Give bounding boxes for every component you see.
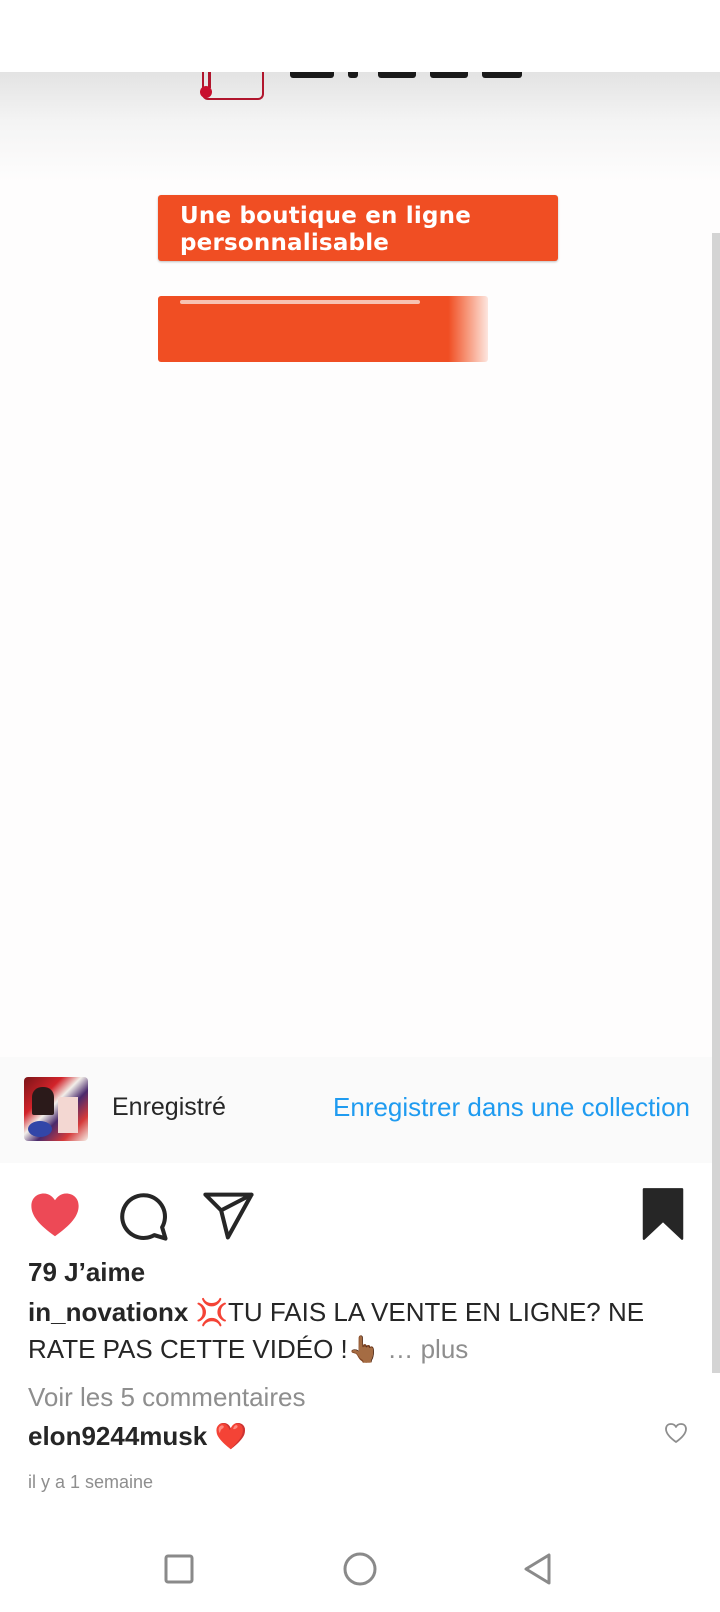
media-top-shade bbox=[0, 72, 720, 182]
banner-secondary bbox=[158, 296, 488, 362]
brand-logo-dot bbox=[200, 86, 212, 98]
system-nav-bar bbox=[0, 1530, 720, 1612]
bookmark-filled-icon bbox=[642, 1188, 684, 1240]
post-timestamp: il y a 1 semaine bbox=[28, 1472, 154, 1492]
view-comments-link[interactable]: Voir les 5 commentaires bbox=[28, 1382, 305, 1413]
square-icon bbox=[164, 1554, 194, 1584]
recents-button[interactable] bbox=[160, 1550, 198, 1588]
comment-heart-emoji: ❤️ bbox=[214, 1421, 247, 1451]
likes-count[interactable]: 79 J’aime bbox=[28, 1257, 145, 1288]
save-button[interactable] bbox=[640, 1187, 686, 1241]
home-button[interactable] bbox=[341, 1550, 379, 1588]
banner-online-shop: Une boutique en ligne personnalisable bbox=[158, 195, 558, 261]
post-media[interactable]: Une boutique en ligne personnalisable bbox=[0, 72, 720, 1057]
brand-logo-frame bbox=[202, 72, 264, 100]
heart-filled-icon bbox=[31, 1193, 79, 1237]
save-to-collection-link[interactable]: Enregistrer dans une collection bbox=[333, 1092, 690, 1123]
heart-outline-icon bbox=[665, 1423, 687, 1443]
comment-username[interactable]: elon9244musk bbox=[28, 1421, 207, 1451]
pointing-emoji: 👆🏾 bbox=[347, 1334, 381, 1364]
caption-text-1: TU FAIS LA VENTE EN LIGNE? NE bbox=[227, 1297, 645, 1327]
brand-logo-wordmark bbox=[290, 72, 530, 78]
save-bar: Enregistré Enregistrer dans une collecti… bbox=[0, 1057, 720, 1163]
scroll-indicator[interactable] bbox=[712, 233, 720, 1373]
caption-username[interactable]: in_novationx bbox=[28, 1297, 188, 1327]
post-actions bbox=[0, 1163, 720, 1253]
saved-post-thumbnail[interactable] bbox=[24, 1077, 88, 1141]
share-button[interactable] bbox=[202, 1189, 256, 1243]
comment-button[interactable] bbox=[116, 1189, 170, 1243]
comment-icon bbox=[120, 1193, 168, 1241]
banner-line-1: Une boutique en ligne bbox=[180, 203, 472, 229]
banner-secondary-line bbox=[180, 300, 420, 304]
comment-like-button[interactable] bbox=[664, 1422, 688, 1444]
caption-text-2: RATE PAS CETTE VIDÉO ! bbox=[28, 1334, 348, 1364]
banner-text: Une boutique en ligne personnalisable bbox=[180, 203, 471, 257]
saved-status-label: Enregistré bbox=[112, 1093, 226, 1121]
anger-emoji: 💢 bbox=[195, 1297, 228, 1327]
send-icon bbox=[203, 1192, 254, 1240]
banner-line-2: personnalisable bbox=[180, 230, 390, 256]
post-caption[interactable]: in_novationx 💢TU FAIS LA VENTE EN LIGNE?… bbox=[28, 1294, 678, 1368]
back-button[interactable] bbox=[519, 1550, 557, 1588]
status-bar bbox=[0, 0, 720, 72]
circle-icon bbox=[343, 1552, 377, 1586]
caption-more-link[interactable]: … plus bbox=[387, 1334, 468, 1364]
top-comment: elon9244musk ❤️ bbox=[28, 1421, 247, 1452]
like-button[interactable] bbox=[28, 1189, 82, 1243]
triangle-back-icon bbox=[524, 1553, 551, 1585]
